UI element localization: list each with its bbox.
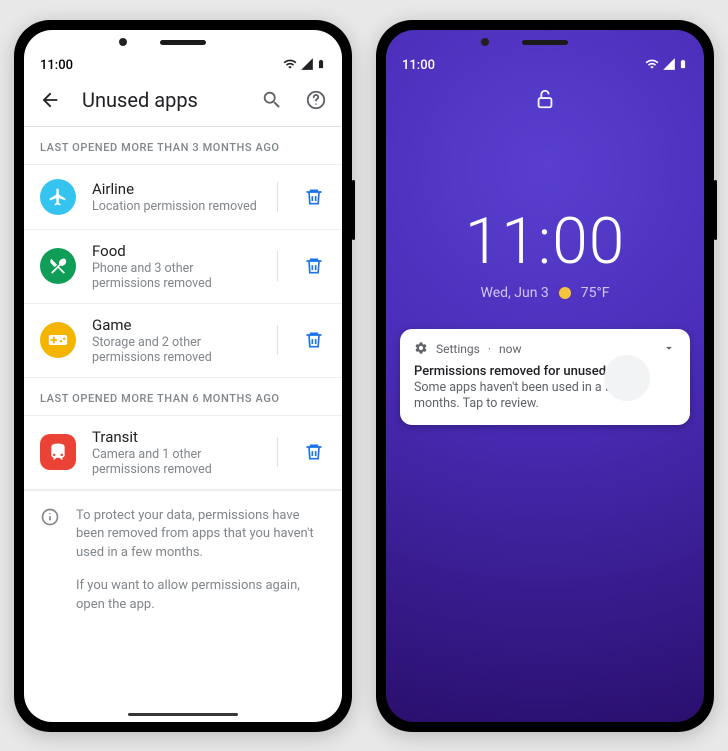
- separator: [277, 182, 278, 212]
- app-subtitle: Location permission removed: [92, 199, 261, 214]
- front-camera: [481, 38, 489, 46]
- separator: [277, 251, 278, 281]
- app-row-airline[interactable]: Airline Location permission removed: [24, 165, 342, 230]
- delete-button[interactable]: [294, 320, 334, 360]
- wifi-icon: [282, 57, 298, 75]
- info-icon: [40, 507, 60, 615]
- gamepad-icon: [40, 322, 76, 358]
- lock-date: Wed, Jun 3: [481, 285, 549, 301]
- transit-icon: [40, 434, 76, 470]
- app-subtitle: Camera and 1 other permissions removed: [92, 447, 261, 477]
- notification-time: now: [499, 342, 522, 356]
- gear-icon: [414, 341, 428, 358]
- info-block: To protect your data, permissions have b…: [24, 490, 342, 615]
- status-time: 11:00: [40, 58, 282, 73]
- help-button[interactable]: [304, 88, 328, 112]
- delete-button[interactable]: [294, 246, 334, 286]
- battery-icon: [316, 56, 326, 76]
- info-text-2: If you want to allow permissions again, …: [76, 577, 326, 615]
- plane-icon: [40, 179, 76, 215]
- delete-button[interactable]: [294, 432, 334, 472]
- search-button[interactable]: [260, 88, 284, 112]
- separator: [277, 325, 278, 355]
- gesture-bar[interactable]: [128, 713, 238, 716]
- delete-button[interactable]: [294, 177, 334, 217]
- app-name: Transit: [92, 428, 261, 446]
- app-row-food[interactable]: Food Phone and 3 other permissions remov…: [24, 230, 342, 304]
- app-name: Airline: [92, 180, 261, 198]
- fork-icon: [40, 248, 76, 284]
- status-bar: 11:00: [24, 30, 342, 78]
- earpiece: [522, 40, 568, 45]
- notification-app-name: Settings: [436, 342, 480, 356]
- notification-separator: ·: [488, 342, 491, 356]
- app-name: Game: [92, 316, 261, 334]
- notification-card[interactable]: Settings · now Permissions removed for u…: [400, 329, 690, 426]
- page-title: Unused apps: [82, 88, 240, 112]
- notification-large-icon: [604, 355, 650, 401]
- section-header-6mo: LAST OPENED MORE THAN 6 MONTHS AGO: [24, 378, 342, 416]
- app-bar: Unused apps: [24, 78, 342, 126]
- back-button[interactable]: [38, 88, 62, 112]
- separator: [277, 437, 278, 467]
- lock-dateline: Wed, Jun 3 75°F: [386, 285, 704, 301]
- wifi-icon: [644, 57, 660, 75]
- cellular-icon: [300, 57, 314, 75]
- battery-icon: [678, 56, 688, 76]
- info-text-1: To protect your data, permissions have b…: [76, 507, 326, 564]
- weather-icon: [559, 287, 571, 299]
- app-name: Food: [92, 242, 261, 260]
- earpiece: [160, 40, 206, 45]
- lock-clock: 11:00: [386, 204, 704, 279]
- front-camera: [119, 38, 127, 46]
- app-subtitle: Phone and 3 other permissions removed: [92, 261, 261, 291]
- status-bar: 11:00: [386, 30, 704, 78]
- status-time: 11:00: [402, 58, 644, 73]
- app-subtitle: Storage and 2 other permissions removed: [92, 335, 261, 365]
- app-row-game[interactable]: Game Storage and 2 other permissions rem…: [24, 304, 342, 378]
- section-header-3mo: LAST OPENED MORE THAN 3 MONTHS AGO: [24, 127, 342, 165]
- app-row-transit[interactable]: Transit Camera and 1 other permissions r…: [24, 416, 342, 490]
- phone-unused-apps: 11:00 Unused apps: [14, 20, 352, 732]
- lock-temp: 75°F: [581, 285, 610, 301]
- unlock-icon[interactable]: [534, 95, 556, 114]
- phone-lockscreen: 11:00 11:00 Wed, Jun 3 75°F: [376, 20, 714, 732]
- cellular-icon: [662, 57, 676, 75]
- chevron-down-icon[interactable]: [662, 341, 676, 358]
